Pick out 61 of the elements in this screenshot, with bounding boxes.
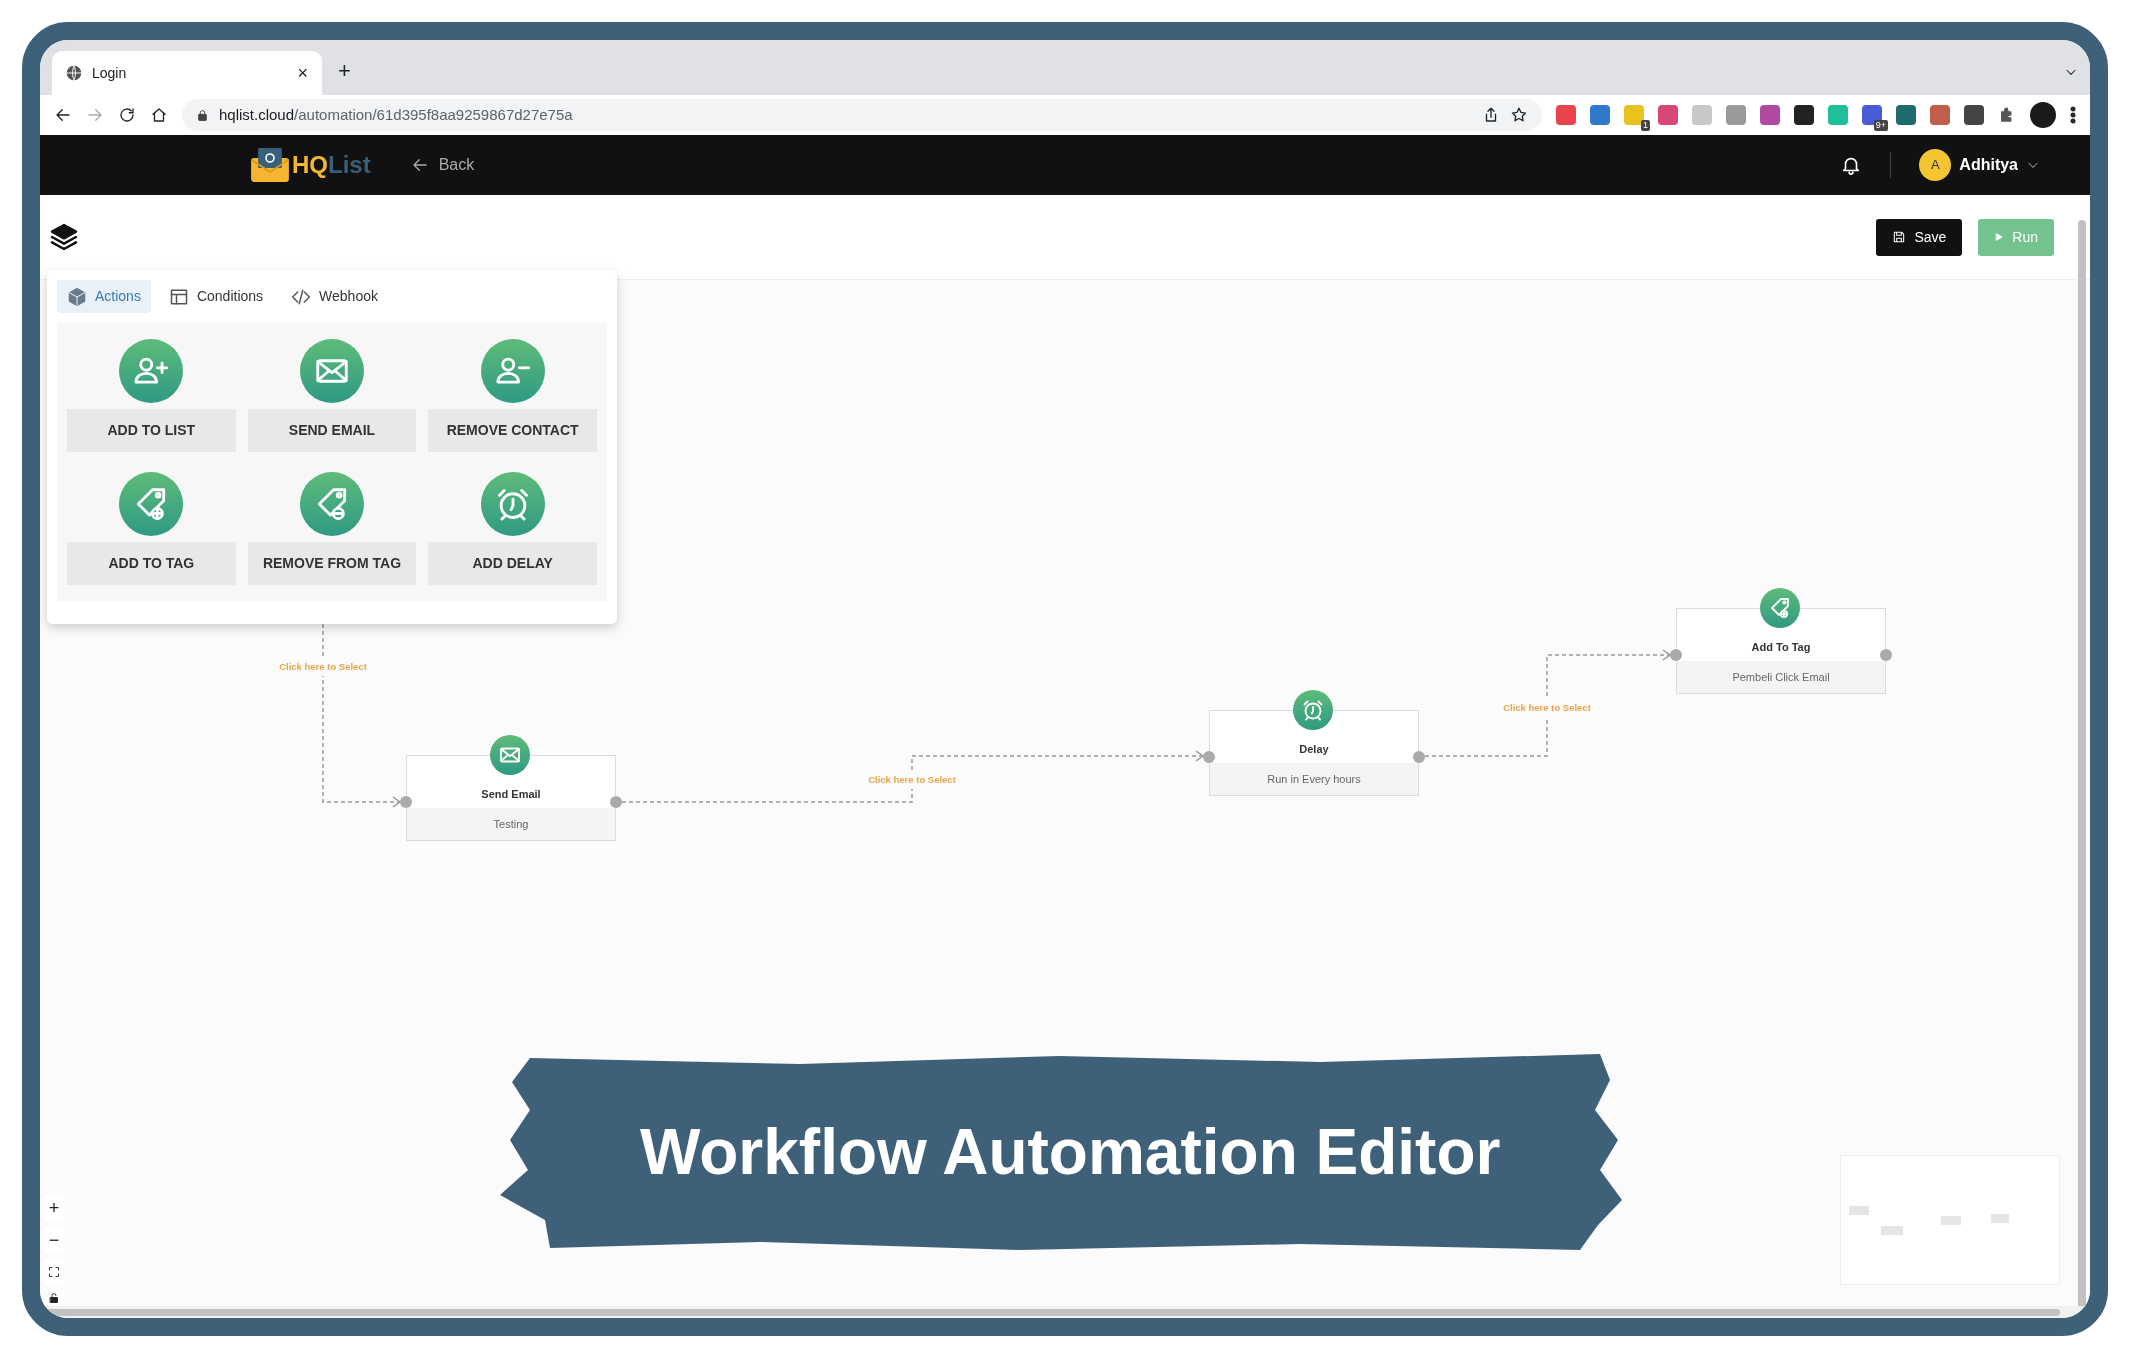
connector-arrow[interactable] [322, 623, 402, 808]
alarm-clock-icon [1301, 698, 1325, 722]
node-title: Add To Tag [1751, 639, 1811, 655]
node-title: Delay [1299, 741, 1329, 757]
user-avatar: A [1919, 149, 1952, 181]
fit-view-button[interactable] [44, 1259, 64, 1285]
action-button[interactable]: ADD TO TAG [67, 542, 236, 585]
lock-button[interactable] [44, 1291, 64, 1305]
tab-title: Login [92, 63, 128, 83]
back-link[interactable]: Back [410, 153, 475, 177]
extension-icon[interactable] [1624, 105, 1644, 125]
node-subtitle: Pembeli Click Email [1677, 661, 1885, 693]
lock-icon [48, 1292, 60, 1304]
star-icon[interactable] [1510, 106, 1528, 124]
save-button[interactable]: Save [1876, 218, 1963, 256]
extension-icon[interactable] [1896, 105, 1916, 125]
extension-icon[interactable] [1794, 105, 1814, 125]
action-button[interactable]: REMOVE FROM TAG [247, 542, 417, 585]
banner-title: Workflow Automation Editor [640, 1115, 1501, 1190]
action-button[interactable]: ADD DELAY [428, 542, 597, 585]
zoom-out-button[interactable]: − [44, 1227, 64, 1253]
logo-text: HQList [292, 150, 371, 180]
layers-icon[interactable] [48, 221, 80, 253]
connector-arrow[interactable] [1424, 649, 1672, 757]
close-tab-button[interactable]: × [297, 59, 308, 87]
extension-badge: 1 [1641, 120, 1650, 131]
forward-arrow-icon[interactable] [86, 106, 104, 124]
panel-tab[interactable]: Conditions [158, 280, 274, 313]
action-button[interactable]: SEND EMAIL [247, 409, 417, 452]
node-subtitle: Run in Every hours [1210, 763, 1418, 795]
profile-avatar[interactable] [2030, 102, 2056, 128]
connector-arrow[interactable] [621, 750, 1205, 803]
envelope-logo-icon [250, 147, 290, 183]
workflow-node[interactable]: Send Email Testing [406, 755, 616, 841]
panel-tab[interactable]: Webhook [281, 280, 388, 313]
browser-tab[interactable]: Login × [52, 51, 322, 95]
more-menu-icon[interactable] [2070, 106, 2076, 124]
action-button[interactable]: ADD TO LIST [67, 409, 236, 452]
extension-icon[interactable] [1964, 105, 1984, 125]
lock-icon [196, 108, 209, 122]
user-menu[interactable]: A Adhitya [1919, 149, 2040, 181]
tag-icon [1768, 596, 1792, 620]
new-tab-button[interactable]: + [338, 54, 351, 87]
node-subtitle: Testing [407, 808, 615, 840]
node-title: Send Email [481, 786, 541, 802]
workflow-node[interactable]: Add To Tag Pembeli Click Email [1676, 608, 1886, 694]
action-button[interactable]: REMOVE CONTACT [428, 409, 597, 452]
extension-badge: 9+ [1873, 120, 1888, 131]
play-icon [1994, 232, 2005, 242]
back-arrow-icon[interactable] [54, 106, 72, 124]
zoom-in-button[interactable]: + [44, 1195, 64, 1221]
workflow-node[interactable]: Delay Run in Every hours [1209, 710, 1419, 796]
port-handle[interactable] [1670, 649, 1682, 661]
port-handle[interactable] [400, 796, 412, 808]
fit-view-icon [48, 1266, 60, 1278]
panel-tab[interactable]: Actions [57, 280, 151, 313]
reload-icon[interactable] [118, 106, 136, 124]
port-handle[interactable] [1203, 751, 1215, 763]
cube-icon [67, 286, 87, 307]
home-icon[interactable] [150, 106, 168, 124]
globe-icon [66, 65, 82, 81]
